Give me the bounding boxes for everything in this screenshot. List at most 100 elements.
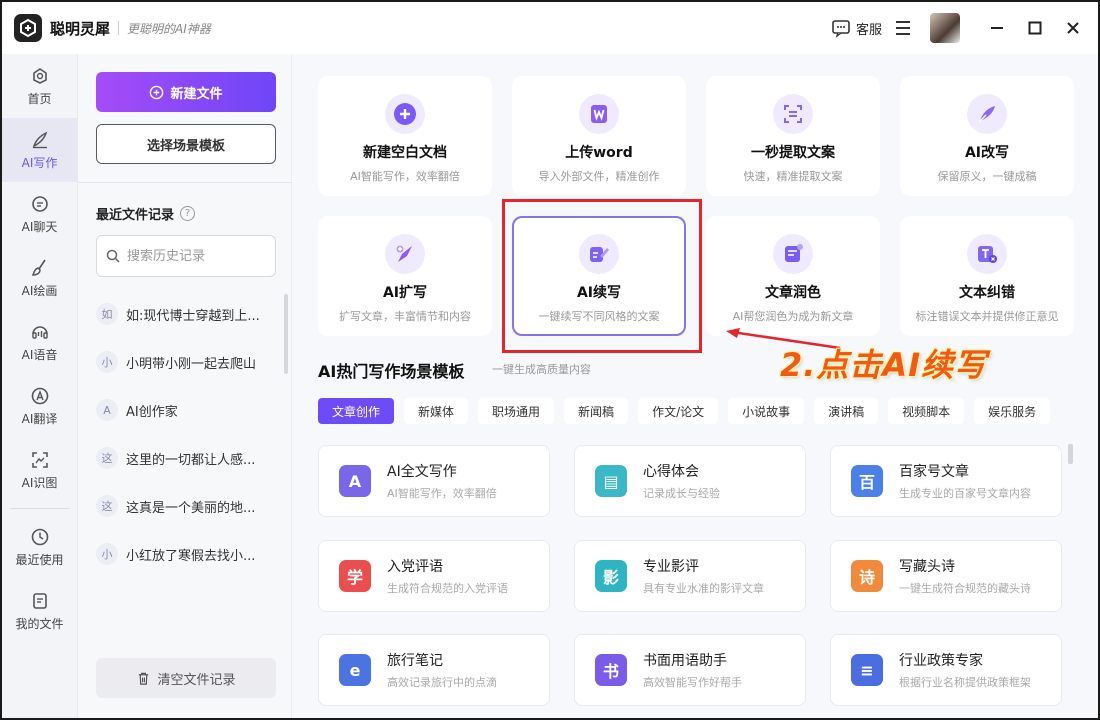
file-badge: 小 — [96, 543, 118, 565]
nav-item-ai-drawing[interactable]: AI绘画 — [2, 246, 77, 310]
close-button[interactable] — [1060, 15, 1086, 41]
clock-icon — [31, 528, 48, 545]
nav-label: AI写作 — [21, 155, 58, 170]
template-subtitle: 生成专业的百家号文章内容 — [899, 487, 1031, 500]
voice-icon — [31, 325, 48, 339]
template-title: AI全文写作 — [387, 464, 457, 480]
card-subtitle: 导入外部文件，精准创作 — [538, 170, 660, 183]
template-card-party-comment[interactable]: 学 入党评语 生成符合规范的入党评语 — [318, 540, 550, 612]
list-item[interactable]: 这这真是一个美丽的地... — [96, 482, 282, 530]
maximize-icon — [1028, 21, 1042, 35]
tab-workplace[interactable]: 职场通用 — [478, 398, 555, 424]
list-item[interactable]: 如如:现代博士穿越到上... — [96, 290, 282, 338]
nav-item-home[interactable]: 首页 — [2, 54, 77, 118]
nav-item-ai-translate[interactable]: AI翻译 — [2, 374, 77, 438]
title-controls: 客服 — [831, 2, 1098, 54]
highlight-box — [502, 199, 702, 353]
main-content: 新建空白文档 AI智能写作，效率翻倍 上传word 导入外部文件，精准创作 一秒… — [292, 54, 1098, 718]
tab-speech[interactable]: 演讲稿 — [814, 398, 879, 424]
notebook-icon: ▤ — [595, 465, 627, 497]
nav-item-my-files[interactable]: 我的文件 — [2, 579, 77, 643]
card-subtitle: AI帮您润色为成为新文章 — [732, 310, 854, 323]
template-card-acrostic-poem[interactable]: 诗 写藏头诗 一键生成符合规范的藏头诗 — [830, 540, 1062, 612]
tab-new-media[interactable]: 新媒体 — [404, 398, 469, 424]
correct-icon — [967, 234, 1007, 274]
nav-item-ai-writing[interactable]: AI写作 — [2, 118, 77, 182]
card-text-correct[interactable]: 文本纠错 标注错误文本并提供修正意见 — [900, 216, 1074, 336]
card-subtitle: 快速，精准提取文案 — [743, 170, 843, 183]
minimize-button[interactable] — [984, 15, 1010, 41]
template-subtitle: 生成符合规范的入党评语 — [387, 582, 508, 595]
list-item[interactable]: 小小明带小刚一起去爬山 — [96, 338, 282, 386]
nav-item-ai-image-recognition[interactable]: AI识图 — [2, 438, 77, 502]
section-title: AI热门写作场景模板 — [318, 362, 465, 381]
file-icon — [32, 592, 47, 609]
file-name: 小明带小刚一起去爬山 — [126, 356, 257, 372]
tab-press-release[interactable]: 新闻稿 — [564, 398, 629, 424]
tab-novel[interactable]: 小说故事 — [728, 398, 805, 424]
customer-service-button[interactable]: 客服 — [831, 18, 882, 38]
nav-label: 最近使用 — [15, 552, 64, 567]
template-card-reflection[interactable]: ▤ 心得体会记录成长与经验 — [574, 445, 806, 517]
home-icon — [32, 67, 47, 84]
clear-history-button[interactable]: 清空文件记录 — [96, 658, 276, 698]
file-panel: 新建文件 选择场景模板 最近文件记录 ? 如如:现代博士穿越到上... 小小明带… — [78, 54, 292, 718]
search-input[interactable] — [127, 248, 267, 264]
maximize-button[interactable] — [1022, 15, 1048, 41]
nav-label: AI翻译 — [21, 411, 58, 426]
plus-icon — [385, 94, 425, 134]
tab-video-script[interactable]: 视频脚本 — [888, 398, 965, 424]
hamburger-menu-icon[interactable] — [896, 18, 916, 38]
tab-essay[interactable]: 作文/论文 — [638, 398, 719, 424]
template-card-policy-expert[interactable]: ≡ 行业政策专家 根据行业名称提供政策框架 — [830, 634, 1062, 706]
nav-item-recent[interactable]: 最近使用 — [2, 515, 77, 579]
nav-divider — [10, 508, 69, 509]
tab-entertainment[interactable]: 娱乐服务 — [974, 398, 1051, 424]
ai-writing-icon: A — [339, 465, 371, 497]
card-ai-rewrite[interactable]: AI改写 保留原义，一键成稿 — [900, 76, 1074, 196]
template-card-film-review[interactable]: 影 专业影评 具有专业水准的影评文章 — [574, 540, 806, 612]
file-badge: 这 — [96, 495, 118, 517]
card-ai-expand[interactable]: AI扩写 扩写文章，丰富情节和内容 — [318, 216, 492, 336]
polish-icon — [773, 234, 813, 274]
template-subtitle: 记录成长与经验 — [643, 487, 720, 500]
template-title: 旅行笔记 — [387, 653, 443, 669]
app-slogan: 更聪明的AI神器 — [127, 21, 211, 36]
template-card-ai-full-writing[interactable]: A AI全文写作 AI智能写作，效率翻倍 — [318, 445, 550, 517]
title-divider — [118, 21, 120, 35]
baijiahao-icon: 百 — [851, 465, 883, 497]
card-article-polish[interactable]: 文章润色 AI帮您润色为成为新文章 — [706, 216, 880, 336]
nav-label: AI绘画 — [21, 283, 58, 298]
history-search[interactable] — [96, 235, 276, 277]
tab-article[interactable]: 文章创作 — [318, 398, 395, 424]
list-item[interactable]: 这这里的一切都让人感... — [96, 434, 282, 482]
avatar[interactable] — [930, 13, 960, 43]
select-template-button[interactable]: 选择场景模板 — [96, 124, 276, 164]
word-icon — [579, 94, 619, 134]
template-card-formal-writing[interactable]: 书 书面用语助手 高效智能写作好帮手 — [574, 634, 806, 706]
template-subtitle: 根据行业名称提供政策框架 — [899, 676, 1031, 689]
nav-item-ai-chat[interactable]: AI聊天 — [2, 182, 77, 246]
new-file-button[interactable]: 新建文件 — [96, 72, 276, 112]
list-item[interactable]: A AI创作家 — [96, 386, 282, 434]
template-title: 写藏头诗 — [899, 559, 955, 575]
section-subtitle: 一键生成高质量内容 — [492, 363, 591, 376]
template-card-baijiahao[interactable]: 百 百家号文章 生成专业的百家号文章内容 — [830, 445, 1062, 517]
nav-item-ai-voice[interactable]: AI语音 — [2, 310, 77, 374]
help-icon[interactable]: ? — [180, 206, 196, 221]
list-item[interactable]: 小小红放了寒假去找小... — [96, 530, 282, 578]
main-scrollbar[interactable] — [1068, 444, 1073, 464]
chat-bubble-icon — [832, 20, 850, 38]
brush-icon — [31, 259, 46, 276]
card-upload-word[interactable]: 上传word 导入外部文件，精准创作 — [512, 76, 686, 196]
card-new-blank-doc[interactable]: 新建空白文档 AI智能写作，效率翻倍 — [318, 76, 492, 196]
app-name: 聪明灵犀 — [50, 19, 111, 38]
study-icon: 学 — [339, 560, 371, 592]
file-list-scrollbar[interactable] — [284, 294, 288, 374]
template-subtitle: 高效智能写作好帮手 — [643, 676, 742, 689]
file-name: AI创作家 — [126, 404, 178, 420]
template-card-travel-notes[interactable]: e 旅行笔记 高效记录旅行中的点滴 — [318, 634, 550, 706]
app-logo-icon — [14, 14, 42, 42]
template-title: 心得体会 — [643, 464, 699, 480]
card-extract-text[interactable]: 一秒提取文案 快速，精准提取文案 — [706, 76, 880, 196]
